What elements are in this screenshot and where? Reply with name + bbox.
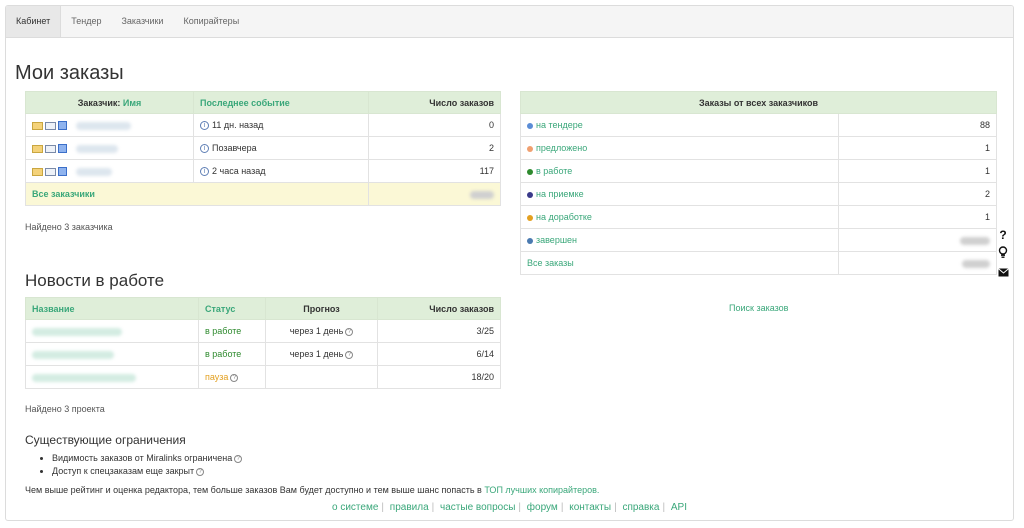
customer-name-redacted[interactable] xyxy=(75,167,112,176)
status-dot xyxy=(527,214,533,221)
help-icon[interactable]: ? xyxy=(196,467,205,476)
status-dot xyxy=(527,122,533,129)
list-item: на приемке 2 xyxy=(520,182,997,206)
status-dot xyxy=(527,145,533,152)
rating-note: Чем выше рейтинг и оценка редактора, тем… xyxy=(25,485,600,495)
list-item: Все заказы xyxy=(520,251,997,275)
list-item: Доступ к спецзаказам еще закрыт? xyxy=(52,465,242,478)
side-toolbar: ? xyxy=(997,228,1009,280)
list-item: Видимость заказов от Miralinks ограничен… xyxy=(52,452,243,465)
footer-contacts-link[interactable]: контакты xyxy=(569,502,611,513)
help-icon[interactable]: ? xyxy=(234,454,243,463)
window-icon[interactable] xyxy=(58,167,67,177)
status-dot xyxy=(527,237,533,244)
mail-icon[interactable] xyxy=(45,121,56,130)
my-orders-title: Мои заказы xyxy=(15,62,124,84)
table-row: i 11 дн. назад 0 xyxy=(25,113,501,137)
customer-name-redacted[interactable] xyxy=(75,144,118,153)
mail-icon[interactable] xyxy=(45,167,56,176)
info-icon: i xyxy=(200,144,209,154)
col-last-event[interactable]: Последнее событие xyxy=(193,91,369,114)
tab-customers[interactable]: Заказчики xyxy=(111,6,173,37)
total-redacted xyxy=(470,190,494,199)
page-frame: Кабинет Тендер Заказчики Копирайтеры ? М… xyxy=(5,5,1014,521)
lightbulb-icon[interactable] xyxy=(997,246,1009,262)
footer-rules-link[interactable]: правила xyxy=(390,502,429,513)
news-table: Название Статус Прогноз Число заказов в … xyxy=(25,297,501,389)
col-status[interactable]: Статус xyxy=(198,297,266,320)
col-forecast: Прогноз xyxy=(265,297,378,320)
customer-name-redacted[interactable] xyxy=(75,121,131,130)
completed-count-redacted xyxy=(960,236,990,245)
project-name-redacted[interactable] xyxy=(32,373,136,382)
all-customers-link[interactable]: Все заказчики xyxy=(32,189,95,199)
news-title: Новости в работе xyxy=(25,271,165,290)
my-orders-table: Заказчик: Имя Последнее событие Число за… xyxy=(25,91,501,206)
project-name-redacted[interactable] xyxy=(32,327,122,336)
envelope-icon[interactable] xyxy=(997,266,1009,280)
question-icon[interactable]: ? xyxy=(997,228,1009,242)
limits-list: Видимость заказов от Miralinks ограничен… xyxy=(52,452,243,478)
top-copywriters-link[interactable]: ТОП лучших копирайтеров. xyxy=(484,485,599,495)
mail-icon[interactable] xyxy=(45,144,56,153)
table-row: i Позавчера 2 xyxy=(25,136,501,160)
list-item: предложено 1 xyxy=(520,136,997,160)
info-icon: i xyxy=(200,121,209,131)
tab-tender[interactable]: Тендер xyxy=(61,6,111,37)
window-icon[interactable] xyxy=(58,144,67,154)
status-dot xyxy=(527,168,533,175)
window-icon[interactable] xyxy=(58,121,67,131)
table-row: пауза? 18/20 xyxy=(25,365,501,389)
all-orders-header: Заказы от всех заказчиков xyxy=(520,91,997,114)
note-icon[interactable] xyxy=(32,167,43,176)
search-orders-link[interactable]: Поиск заказов xyxy=(729,303,788,313)
all-count-redacted xyxy=(962,259,990,268)
footer-forum-link[interactable]: форум xyxy=(527,502,558,513)
table-row: i2 часа назад 117 xyxy=(25,159,501,183)
tab-cabinet[interactable]: Кабинет xyxy=(6,6,62,37)
col-customer: Заказчик: Имя xyxy=(25,91,194,114)
list-item: на доработке 1 xyxy=(520,205,997,229)
status-dot xyxy=(527,191,533,198)
help-icon[interactable]: ? xyxy=(230,373,239,382)
top-tabs: Кабинет Тендер Заказчики Копирайтеры xyxy=(6,6,1013,38)
footer-faq-link[interactable]: частые вопросы xyxy=(440,502,515,513)
info-icon: i xyxy=(200,167,209,177)
col-news-orders: Число заказов xyxy=(377,297,501,320)
list-item: в работе 1 xyxy=(520,159,997,183)
tab-copywriters[interactable]: Копирайтеры xyxy=(173,6,249,37)
footer-api-link[interactable]: API xyxy=(671,502,687,513)
table-row: в работе через 1 день? 3/25 xyxy=(25,319,501,343)
col-name[interactable]: Название xyxy=(25,297,199,320)
project-name-redacted[interactable] xyxy=(32,350,114,359)
note-icon[interactable] xyxy=(32,144,43,153)
list-item: на тендере 88 xyxy=(520,113,997,137)
list-item: завершен xyxy=(520,228,997,252)
all-customers-row: Все заказчики xyxy=(25,182,501,206)
footer-links: о системе | правила | частые вопросы | фору… xyxy=(332,502,687,513)
footer-help-link[interactable]: справка xyxy=(622,502,659,513)
col-orders-count: Число заказов xyxy=(368,91,501,114)
projects-found: Найдено 3 проекта xyxy=(25,404,105,414)
note-icon[interactable] xyxy=(32,121,43,130)
table-row: в работе через 1 день? 6/14 xyxy=(25,342,501,366)
sort-by-name-link[interactable]: Имя xyxy=(123,98,141,108)
footer-about-link[interactable]: о системе xyxy=(332,502,378,513)
limits-title: Существующие ограничения xyxy=(25,433,186,447)
all-orders-table: Заказы от всех заказчиков на тендере 88 … xyxy=(520,91,997,275)
help-icon[interactable]: ? xyxy=(345,350,354,359)
customers-found: Найдено 3 заказчика xyxy=(25,222,113,232)
help-icon[interactable]: ? xyxy=(345,327,354,336)
